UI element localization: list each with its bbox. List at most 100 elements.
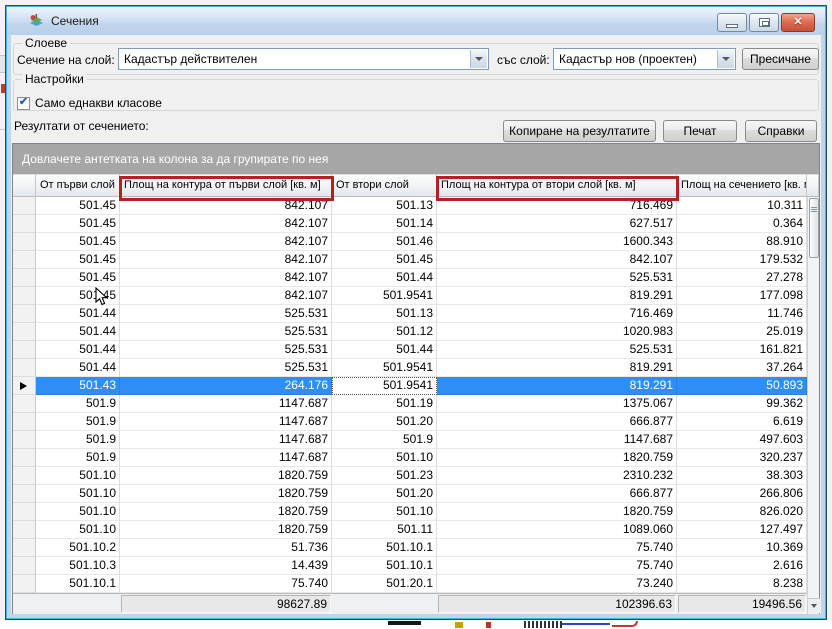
table-cell[interactable]: 501.23 [332,467,437,485]
table-cell[interactable]: 842.107 [437,251,677,269]
table-cell[interactable]: 38.303 [677,467,807,485]
table-cell[interactable]: 819.291 [437,359,677,377]
table-cell[interactable]: 501.9 [332,431,437,449]
table-cell[interactable]: 27.278 [677,269,807,287]
vertical-scrollbar[interactable] [807,197,819,614]
source-layer-combobox[interactable]: Кадастър действителен [118,48,489,70]
table-cell[interactable]: 501.20 [332,413,437,431]
table-cell[interactable]: 501.10 [36,467,120,485]
scrollbar-thumb[interactable] [809,198,819,258]
table-cell[interactable]: 666.877 [437,485,677,503]
table-cell[interactable]: 75.740 [437,557,677,575]
table-cell[interactable]: 501.20.1 [332,575,437,593]
table-cell[interactable]: 264.176 [120,377,332,395]
table-cell[interactable]: 14.439 [120,557,332,575]
table-cell[interactable]: 177.098 [677,287,807,305]
table-cell[interactable]: 819.291 [437,287,677,305]
close-button[interactable]: ✕ [781,13,815,32]
table-cell[interactable]: 501.9 [36,449,120,467]
intersect-button[interactable]: Пресичане [742,48,819,70]
table-cell[interactable]: 25.019 [677,323,807,341]
table-cell[interactable]: 501.44 [36,305,120,323]
table-cell[interactable]: 501.9541 [332,377,437,395]
table-cell[interactable]: 75.740 [437,539,677,557]
table-cell[interactable]: 501.45 [36,233,120,251]
table-cell[interactable]: 627.517 [437,215,677,233]
table-cell[interactable]: 501.44 [36,341,120,359]
table-cell[interactable]: 501.13 [332,305,437,323]
table-cell[interactable]: 1147.687 [120,449,332,467]
table-cell[interactable]: 501.10.3 [36,557,120,575]
table-cell[interactable]: 501.10.1 [332,539,437,557]
table-cell[interactable]: 50.893 [677,377,807,395]
table-cell[interactable]: 501.45 [332,251,437,269]
column-header-4[interactable]: Площ на сечението [кв. м] [677,174,807,197]
maximize-button[interactable] [749,13,779,32]
table-cell[interactable]: 501.45 [36,215,120,233]
table-cell[interactable]: 1147.687 [120,395,332,413]
table-cell[interactable]: 1147.687 [437,431,677,449]
table-row[interactable]: 501.10.251.736501.10.175.74010.369 [13,539,807,557]
table-cell[interactable]: 525.531 [437,341,677,359]
table-cell[interactable]: 501.43 [36,377,120,395]
table-row[interactable]: 501.10.314.439501.10.175.7402.616 [13,557,807,575]
table-cell[interactable]: 501.19 [332,395,437,413]
table-row[interactable]: 501.101820.759501.111089.060127.497 [13,521,807,539]
table-row[interactable]: 501.44525.531501.9541819.29137.264 [13,359,807,377]
table-cell[interactable]: 501.10.1 [36,575,120,593]
table-cell[interactable]: 501.46 [332,233,437,251]
table-cell[interactable]: 51.736 [120,539,332,557]
combo-dropdown-button[interactable] [717,50,734,68]
same-classes-checkbox[interactable]: ✔ [17,97,30,110]
minimize-button[interactable] [717,13,747,32]
table-row[interactable]: 501.91147.687501.20666.8776.619 [13,413,807,431]
table-cell[interactable]: 2310.232 [437,467,677,485]
reports-button[interactable]: Справки [745,120,817,142]
table-cell[interactable]: 501.10 [36,485,120,503]
table-cell[interactable]: 716.469 [437,305,677,323]
table-cell[interactable]: 501.44 [332,269,437,287]
table-cell[interactable]: 842.107 [120,215,332,233]
table-row[interactable]: 501.43264.176501.9541819.29150.893 [13,377,807,395]
table-cell[interactable]: 75.740 [120,575,332,593]
table-cell[interactable]: 10.369 [677,539,807,557]
table-cell[interactable]: 2.616 [677,557,807,575]
table-cell[interactable]: 501.45 [36,251,120,269]
table-row[interactable]: 501.45842.107501.45842.107179.532 [13,251,807,269]
table-cell[interactable]: 501.44 [332,341,437,359]
table-cell[interactable]: 842.107 [120,251,332,269]
table-row[interactable]: 501.10.175.740501.20.173.2408.238 [13,575,807,593]
table-cell[interactable]: 320.237 [677,449,807,467]
table-row[interactable]: 501.101820.759501.232310.23238.303 [13,467,807,485]
print-button[interactable]: Печат [663,120,737,142]
table-row[interactable]: 501.44525.531501.44525.531161.821 [13,341,807,359]
copy-results-button[interactable]: Копиране на резултатите [503,120,656,142]
table-cell[interactable]: 1820.759 [437,503,677,521]
combo-dropdown-button[interactable] [470,50,487,68]
table-cell[interactable]: 842.107 [120,269,332,287]
table-cell[interactable]: 1089.060 [437,521,677,539]
table-cell[interactable]: 1820.759 [437,449,677,467]
table-cell[interactable]: 525.531 [120,359,332,377]
table-row[interactable]: 501.45842.107501.44525.53127.278 [13,269,807,287]
table-cell[interactable]: 501.11 [332,521,437,539]
table-cell[interactable]: 501.44 [36,359,120,377]
table-cell[interactable]: 1020.983 [437,323,677,341]
table-cell[interactable]: 501.9 [36,431,120,449]
target-layer-combobox[interactable]: Кадастър нов (проектен) [553,48,736,70]
column-header-0[interactable]: От първи слой [36,174,120,197]
table-cell[interactable]: 1820.759 [120,503,332,521]
table-cell[interactable]: 10.311 [677,197,807,215]
table-cell[interactable]: 525.531 [437,269,677,287]
table-cell[interactable]: 1375.067 [437,395,677,413]
scrollbar-down-button[interactable] [808,598,820,613]
table-cell[interactable]: 666.877 [437,413,677,431]
table-cell[interactable]: 501.10 [36,503,120,521]
table-cell[interactable]: 501.10 [332,449,437,467]
table-row[interactable]: 501.44525.531501.13716.46911.746 [13,305,807,323]
table-cell[interactable]: 501.9541 [332,359,437,377]
table-cell[interactable]: 501.10.2 [36,539,120,557]
table-cell[interactable]: 11.746 [677,305,807,323]
table-cell[interactable]: 501.12 [332,323,437,341]
table-row[interactable]: 501.45842.107501.14627.5170.364 [13,215,807,233]
